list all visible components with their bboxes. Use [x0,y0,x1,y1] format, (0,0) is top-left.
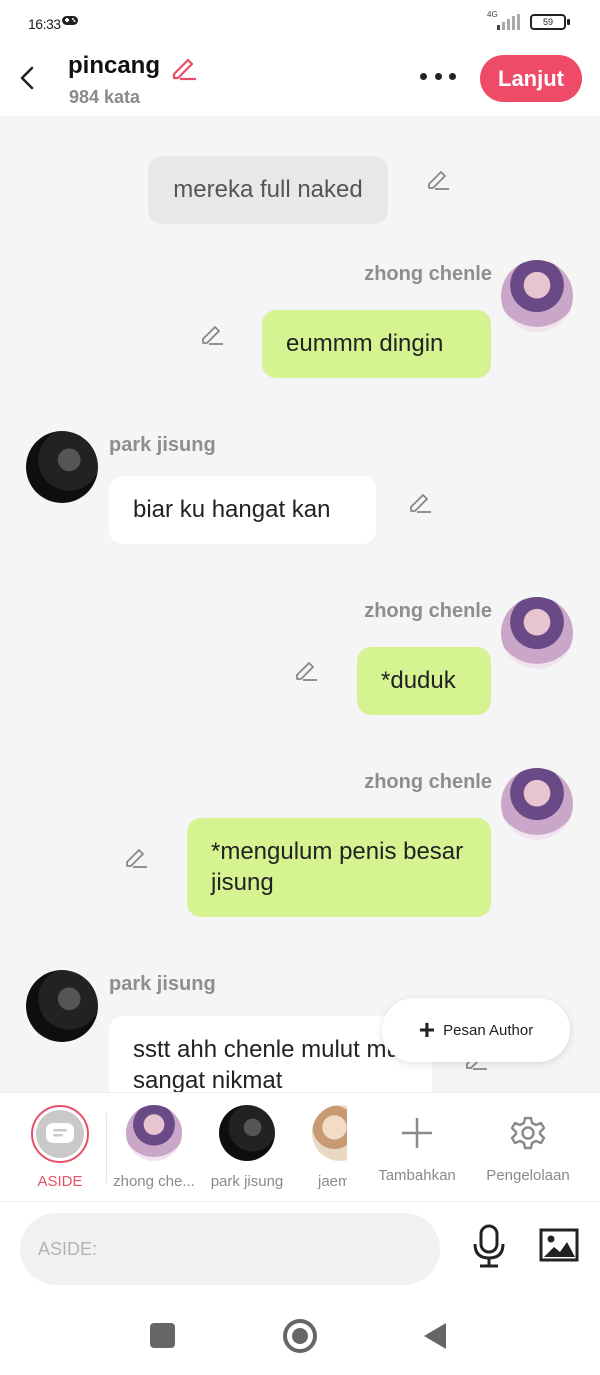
sender-name: zhong chenle [364,771,492,793]
avatar[interactable] [26,970,98,1042]
avatar[interactable] [501,260,573,332]
sender-name: zhong chenle [364,600,492,622]
sender-name: zhong chenle [364,263,492,285]
edit-message-icon[interactable] [293,657,319,683]
back-nav-icon[interactable] [424,1323,446,1349]
recent-apps-icon[interactable] [150,1323,175,1348]
message-bubble[interactable]: biar ku hangat kan [109,476,376,544]
page-title: pincang [68,52,161,79]
signal-icon [497,14,520,30]
character-selector: ASIDE zhong che... park jisung jaem Tamb… [0,1092,600,1202]
edit-message-icon[interactable] [199,321,225,347]
edit-message-icon[interactable] [425,166,451,192]
avatar [312,1105,347,1161]
app-header: pincang 984 kata Lanjut [0,44,600,116]
battery-icon: 59 [530,14,570,30]
message-bubble[interactable]: *mengulum penis besar jisung [187,818,491,917]
author-message-label: Pesan Author [443,1021,534,1039]
aside-avatar [31,1105,89,1163]
narration-bubble[interactable]: mereka full naked [148,156,388,224]
word-count: 984 kata [69,87,141,107]
edit-message-icon[interactable] [407,489,433,515]
character-label: zhong che... [113,1173,195,1190]
image-icon[interactable] [539,1228,579,1262]
status-bar: 16:33 4G 59 [0,0,600,44]
character-label: park jisung [210,1173,284,1190]
home-icon[interactable] [283,1319,317,1353]
chat-area[interactable]: mereka full naked zhong chenle eummm din… [0,116,600,1092]
edit-title-icon[interactable] [168,52,198,82]
avatar [126,1105,182,1161]
gear-icon [500,1105,556,1161]
sender-name: park jisung [109,434,216,456]
add-label: Tambahkan [378,1167,456,1184]
character-jaem[interactable]: jaem [302,1105,347,1190]
plus-icon: + [418,1014,436,1045]
character-chenle[interactable]: zhong che... [109,1105,199,1190]
status-time: 16:33 [28,16,61,32]
add-character-button[interactable]: Tambahkan [372,1105,462,1184]
author-message-button[interactable]: + Pesan Author [382,998,570,1062]
character-label: jaem [318,1173,347,1190]
avatar[interactable] [26,431,98,503]
message-bubble[interactable]: eummm dingin [262,310,491,378]
message-input[interactable] [20,1213,440,1285]
character-aside[interactable]: ASIDE [15,1105,105,1190]
character-label: ASIDE [37,1173,83,1190]
next-button[interactable]: Lanjut [480,55,582,102]
chat-bubble-icon [46,1123,74,1143]
microphone-icon[interactable] [470,1224,508,1268]
divider [106,1113,107,1183]
more-options-icon[interactable] [420,68,456,84]
system-nav-bar [0,1292,600,1375]
avatar[interactable] [501,768,573,840]
plus-icon [389,1105,445,1161]
avatar [219,1105,275,1161]
back-arrow-icon[interactable] [14,64,42,92]
message-bubble[interactable]: *duduk [357,647,491,715]
input-bar [0,1202,600,1292]
character-jisung[interactable]: park jisung [202,1105,292,1190]
avatar[interactable] [501,597,573,669]
sender-name: park jisung [109,973,216,995]
manage-label: Pengelolaan [486,1167,570,1184]
edit-message-icon[interactable] [123,844,149,870]
manage-button[interactable]: Pengelolaan [475,1105,581,1184]
gamepad-icon [62,16,78,25]
